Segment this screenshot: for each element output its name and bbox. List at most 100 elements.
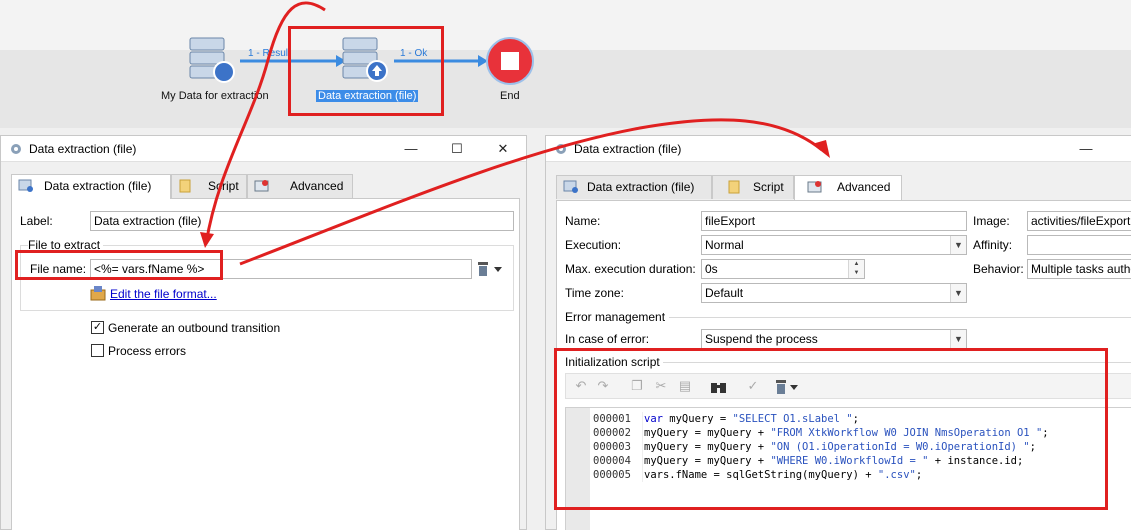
file-name-caption: File name: <box>30 262 87 276</box>
affinity-input[interactable] <box>1027 235 1131 255</box>
code-string: "WHERE W0.iWorkflowId = " <box>770 455 929 467</box>
generate-outbound-checkbox[interactable]: ✓ <box>91 321 104 334</box>
timezone-value: Default <box>705 286 744 300</box>
insert-field-icon[interactable] <box>476 261 504 277</box>
workflow-gear-icon <box>556 144 566 154</box>
init-script-title: Initialization script <box>565 355 660 369</box>
tab-label: Script <box>753 180 784 194</box>
advanced-tab-icon <box>254 180 269 192</box>
check-syntax-icon[interactable]: ✓ <box>744 378 762 394</box>
left-window-titlebar[interactable]: Data extraction (file) — ☐ ✕ <box>1 136 526 162</box>
close-button[interactable]: ✕ <box>493 139 513 159</box>
paste-icon[interactable]: ▤ <box>676 378 694 394</box>
tab-script[interactable]: Script <box>712 175 794 199</box>
file-to-extract-title: File to extract <box>28 238 104 252</box>
affinity-caption: Affinity: <box>973 238 1013 252</box>
spin-up-icon[interactable]: ▲ <box>849 260 864 269</box>
code-line: myQuery = myQuery + "ON (O1.iOperationId… <box>644 440 1049 454</box>
tab-advanced[interactable]: Advanced <box>247 174 353 198</box>
process-errors-checkbox[interactable] <box>91 344 104 357</box>
code-text: myQuery = myQuery + <box>644 441 771 453</box>
chevron-down-icon[interactable]: ▼ <box>950 330 966 348</box>
code-text: myQuery = myQuery + <box>644 427 771 439</box>
max-duration-caption: Max. execution duration: <box>565 262 696 276</box>
undo-icon[interactable]: ↶ <box>572 378 590 394</box>
in-case-error-caption: In case of error: <box>565 332 650 346</box>
end-icon[interactable] <box>486 37 536 87</box>
workflow-canvas[interactable]: My Data for extraction Data extraction (… <box>0 0 1131 128</box>
spinner[interactable]: ▲ ▼ <box>848 260 864 278</box>
left-window-title: Data extraction (file) <box>29 142 137 156</box>
edit-file-format-link[interactable]: Edit the file format... <box>110 287 217 301</box>
node-label-extraction: Data extraction (file) <box>316 90 419 102</box>
workflow-gear-icon <box>11 144 21 154</box>
in-case-error-value: Suspend the process <box>705 332 818 346</box>
code-editor[interactable]: 000001 000002 000003 000004 000005 var m… <box>565 407 1131 530</box>
code-text: ; <box>1042 427 1049 439</box>
line-number: 000004 <box>593 455 631 467</box>
extraction-tab-icon <box>18 179 33 192</box>
redo-icon[interactable]: ↷ <box>594 378 612 394</box>
right-window-title: Data extraction (file) <box>574 142 682 156</box>
cut-icon[interactable]: ✂ <box>652 378 670 394</box>
behavior-select[interactable]: Multiple tasks autho <box>1027 259 1131 279</box>
data-extraction-icon[interactable] <box>340 36 390 84</box>
find-binoculars-icon[interactable] <box>710 379 728 395</box>
right-tab-panel: Name: fileExport Image: activities/fileE… <box>556 200 1131 530</box>
maximize-button[interactable]: ☐ <box>447 139 467 159</box>
in-case-error-select[interactable]: Suspend the process ▼ <box>701 329 967 349</box>
node-label-end: End <box>500 90 520 102</box>
tab-advanced[interactable]: Advanced <box>794 175 902 200</box>
code-text: myQuery = myQuery + <box>644 455 771 467</box>
right-activity-window: Data extraction (file) — Data extraction… <box>545 135 1131 530</box>
tab-data-extraction[interactable]: Data extraction (file) <box>11 174 171 199</box>
chevron-down-icon[interactable]: ▼ <box>950 284 966 302</box>
label-input[interactable]: Data extraction (file) <box>90 211 514 231</box>
code-line: var myQuery = "SELECT O1.sLabel "; <box>644 412 1049 426</box>
extraction-tab-icon <box>563 180 578 193</box>
section-divider <box>669 317 1131 318</box>
line-number: 000002 <box>593 427 631 439</box>
left-tab-panel: Label: Data extraction (file) File to ex… <box>11 198 520 530</box>
code-text: + instance.id; <box>928 455 1024 467</box>
chevron-down-icon[interactable]: ▼ <box>950 236 966 254</box>
code-text: ; <box>852 413 859 425</box>
code-line: myQuery = myQuery + "WHERE W0.iWorkflowI… <box>644 454 1049 468</box>
code-lines: var myQuery = "SELECT O1.sLabel "; myQuer… <box>644 412 1049 482</box>
tab-data-extraction[interactable]: Data extraction (file) <box>556 175 712 199</box>
code-line: vars.fName = sqlGetString(myQuery) + ".c… <box>644 468 1049 482</box>
execution-value: Normal <box>705 238 744 252</box>
tab-label: Data extraction (file) <box>44 179 152 193</box>
line-number: 000005 <box>593 469 631 481</box>
file-name-input[interactable]: <%= vars.fName %> <box>90 259 472 279</box>
section-divider <box>663 362 1131 363</box>
copy-icon[interactable]: ❐ <box>628 378 646 394</box>
execution-select[interactable]: Normal ▼ <box>701 235 967 255</box>
code-text: vars.fName = sqlGetString(myQuery) + <box>644 469 878 481</box>
generate-outbound-label: Generate an outbound transition <box>108 321 281 335</box>
tab-script[interactable]: Script <box>171 174 247 198</box>
tab-label: Data extraction (file) <box>587 180 695 194</box>
image-input[interactable]: activities/fileExport. <box>1027 211 1131 231</box>
tab-label: Advanced <box>837 180 891 194</box>
right-window-titlebar[interactable]: Data extraction (file) — <box>546 136 1131 162</box>
spin-down-icon[interactable]: ▼ <box>849 269 864 278</box>
name-caption: Name: <box>565 214 601 228</box>
max-duration-input[interactable]: 0s ▲ ▼ <box>701 259 865 279</box>
file-format-icon <box>90 286 106 301</box>
minimize-button[interactable]: — <box>1076 139 1096 159</box>
code-line: myQuery = myQuery + "FROM XtkWorkflow W0… <box>644 426 1049 440</box>
script-tab-icon <box>728 180 740 194</box>
minimize-button[interactable]: — <box>401 139 421 159</box>
database-query-icon[interactable] <box>188 36 238 84</box>
code-string: "ON (O1.iOperationId = W0.iOperationId) … <box>770 441 1030 453</box>
tab-label: Script <box>208 179 239 193</box>
code-string: "SELECT O1.sLabel " <box>732 413 853 425</box>
timezone-select[interactable]: Default ▼ <box>701 283 967 303</box>
code-keyword: var <box>644 413 663 425</box>
name-input[interactable]: fileExport <box>701 211 967 231</box>
transition-label-result: 1 - Result <box>248 48 291 59</box>
insert-field-icon[interactable] <box>774 379 802 395</box>
code-text: ; <box>915 469 923 481</box>
line-numbers: 000001 000002 000003 000004 000005 <box>593 412 643 482</box>
